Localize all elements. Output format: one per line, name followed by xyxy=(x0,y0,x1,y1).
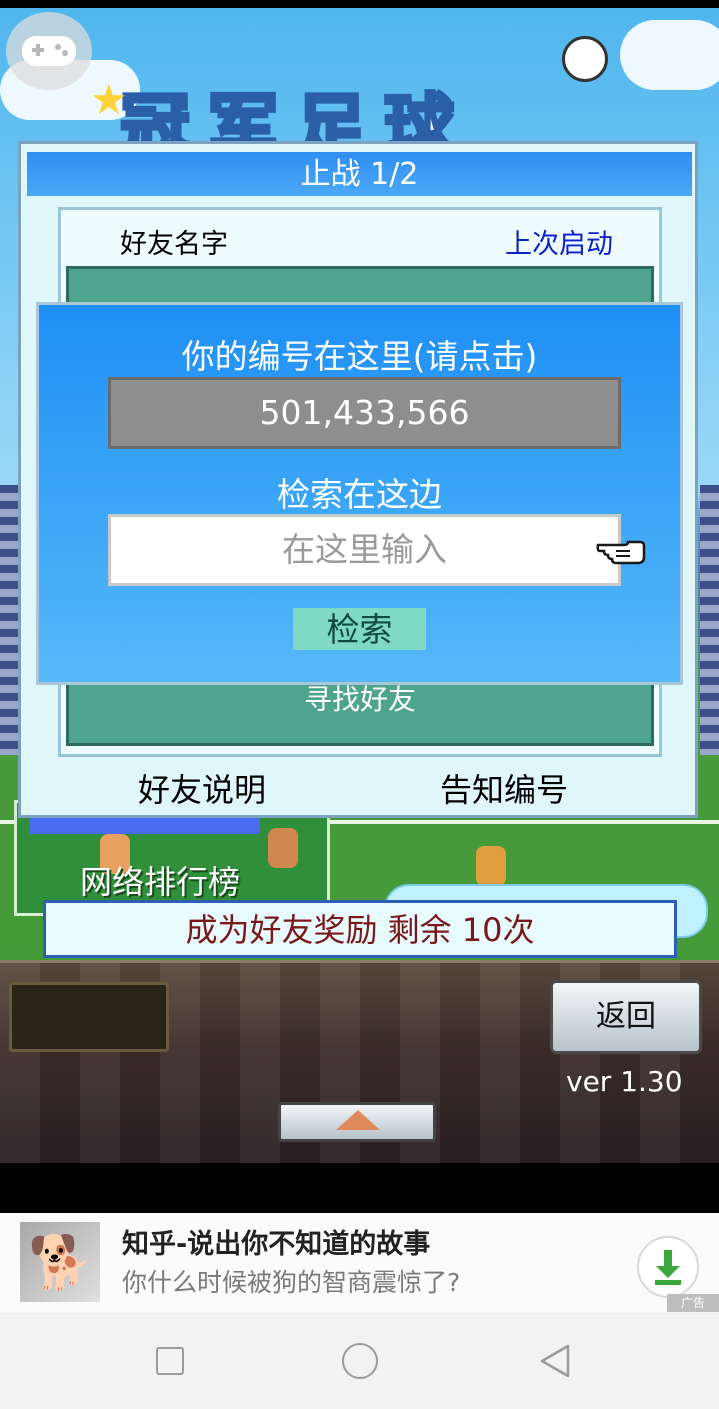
stadium-stands-right xyxy=(700,485,719,755)
download-glyph xyxy=(655,1250,681,1285)
player-sprite xyxy=(476,846,506,886)
empty-slot xyxy=(9,982,169,1052)
up-arrow-icon xyxy=(336,1110,380,1130)
stadium-stands-left xyxy=(0,485,20,755)
dog-icon: 🐕 xyxy=(28,1233,93,1293)
triangle-back-icon[interactable] xyxy=(538,1343,572,1379)
ad-subtitle[interactable]: 你什么时候被狗的智商震惊了? xyxy=(122,1263,460,1299)
pointing-hand-icon xyxy=(596,540,646,565)
your-id-label: 你的编号在这里(请点击) xyxy=(181,337,538,376)
find-friend-button[interactable]: 寻找好友 xyxy=(66,680,654,720)
ad-tag: 广告 xyxy=(667,1294,719,1312)
top-black-strip xyxy=(0,0,719,8)
letterbox-gap xyxy=(0,1163,719,1213)
column-friend-name: 好友名字 xyxy=(120,229,228,260)
download-icon[interactable] xyxy=(637,1236,699,1298)
notify-id-button[interactable]: 告知编号 xyxy=(440,765,568,811)
friend-reward-banner: 成为好友奖励 剩余 10次 xyxy=(43,900,677,958)
gamepad-icon[interactable] xyxy=(6,12,92,90)
friend-help-button[interactable]: 好友说明 xyxy=(138,765,266,811)
column-last-launch: 上次启动 xyxy=(505,229,613,260)
search-label: 检索在这边 xyxy=(277,475,442,514)
game-logo: 冠军足球 xyxy=(120,84,472,152)
ad-title[interactable]: 知乎-说出你不知道的故事 xyxy=(122,1222,430,1261)
soccer-ball-icon xyxy=(562,36,608,82)
search-button[interactable]: 检索 xyxy=(293,608,426,650)
friend-window-title: 止战 1/2 xyxy=(300,157,419,192)
cloud xyxy=(620,20,719,90)
ranking-label[interactable]: 网络排行榜 xyxy=(80,857,240,903)
search-input[interactable]: 在这里输入 xyxy=(108,514,621,586)
star-icon: ★ xyxy=(90,75,128,124)
gamepad-glyph xyxy=(22,36,76,66)
version-label: ver 1.30 xyxy=(566,1065,683,1098)
your-id-box[interactable]: 501,433,566 xyxy=(108,377,621,449)
circle-icon[interactable] xyxy=(342,1343,378,1379)
square-icon[interactable] xyxy=(156,1347,184,1375)
back-button[interactable]: 返回 xyxy=(550,980,702,1054)
player-sprite xyxy=(268,828,298,868)
